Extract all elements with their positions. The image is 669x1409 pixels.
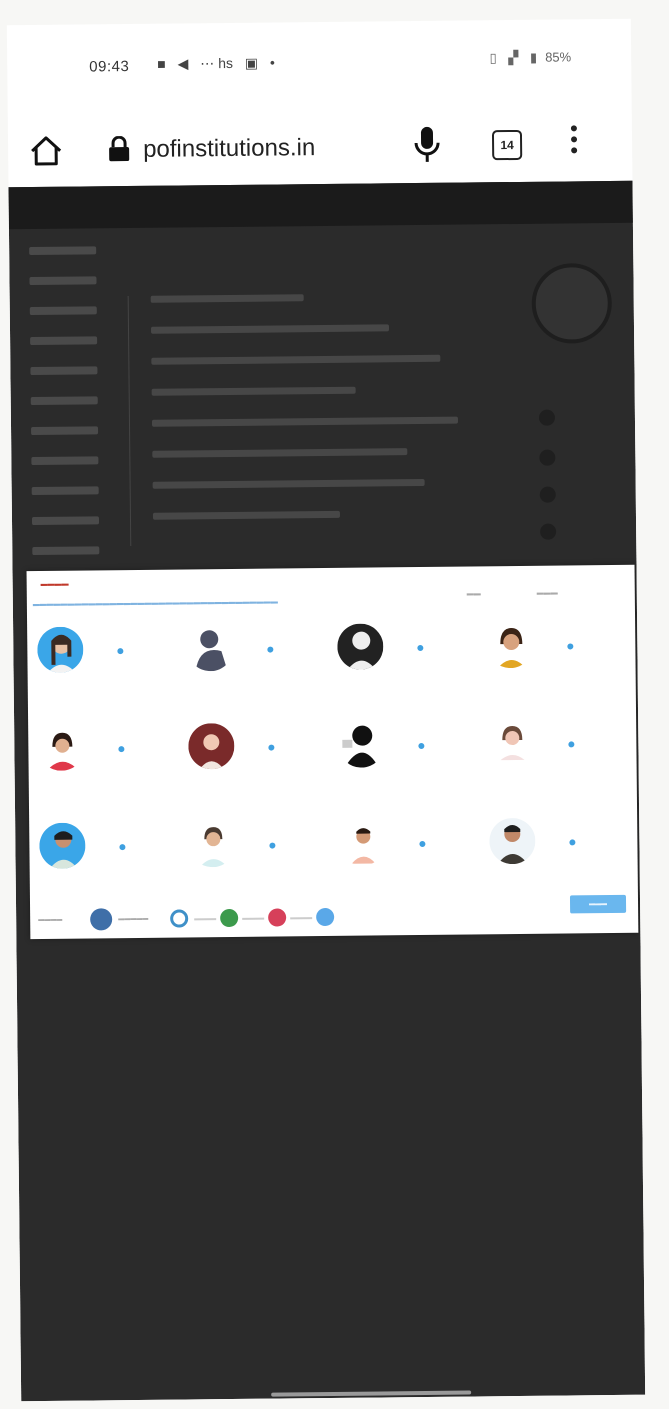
seat-dot [267, 646, 274, 653]
vibrate-icon: ▯ [489, 50, 497, 66]
url-field[interactable]: pofinstitutions.in [143, 134, 315, 164]
seat-dot [118, 746, 125, 753]
signal-icon: ▞ [508, 49, 519, 66]
browser-toolbar: pofinstitutions.in 14 [8, 109, 633, 186]
modal-header-col-b: ▬▬▬ [536, 589, 558, 597]
profile-row [38, 713, 629, 817]
profile-card[interactable] [187, 618, 328, 699]
avatar [188, 722, 235, 770]
avatar [187, 624, 234, 672]
notification-icon: ■ [157, 55, 166, 72]
legend-dot[interactable] [90, 908, 113, 931]
legend-dot[interactable] [316, 907, 335, 927]
message-icon: ▣ [244, 54, 259, 71]
backdrop-emblem [531, 262, 613, 344]
seat-dot [117, 648, 124, 655]
hs-icon: ⋯ hs [200, 54, 234, 72]
profile-grid [37, 615, 630, 915]
phone-screen: 09:43 ■ ◀ ⋯ hs ▣ • ▯ ▞ ▮ 85% pofinstituti… [6, 18, 646, 1402]
avatar [37, 626, 84, 674]
profile-row [39, 811, 630, 915]
profile-card[interactable] [38, 718, 179, 799]
profile-card[interactable] [339, 812, 480, 893]
seat-dot [269, 842, 276, 849]
more-menu-icon[interactable] [568, 125, 580, 161]
legend-connector [194, 918, 217, 921]
seat-dot [119, 844, 126, 851]
legend-label-blur: ▬▬▬▬▬ [118, 915, 149, 923]
backdrop-header [8, 180, 633, 230]
battery-percent: 85% [545, 49, 572, 65]
profile-card[interactable] [189, 814, 330, 895]
seat-dot [419, 840, 426, 848]
backdrop-content [127, 292, 472, 547]
profile-card[interactable] [488, 713, 629, 794]
legend-connector [290, 917, 313, 920]
seat-dot [567, 643, 574, 650]
seat-dot [569, 839, 576, 846]
legend-label-blur: ▬▬▬▬ [38, 916, 63, 924]
tab-switcher-button[interactable]: 14 [491, 129, 523, 161]
avatar [189, 820, 236, 868]
profiles-modal: ▬▬▬▬ ▬▬▬▬▬▬▬▬▬▬▬▬▬▬▬▬▬▬▬▬▬▬▬▬▬▬▬▬▬▬▬▬▬▬▬… [26, 564, 639, 940]
avatar [339, 819, 386, 866]
modal-header-col-a: ▬▬ [466, 590, 481, 598]
seat-dot [418, 742, 425, 750]
modal-subtitle-blur: ▬▬▬▬▬▬▬▬▬▬▬▬▬▬▬▬▬▬▬▬▬▬▬▬▬▬▬▬▬▬▬▬▬▬▬ [32, 598, 278, 609]
avatar [338, 721, 385, 768]
profile-row [37, 615, 628, 719]
battery-icon: ▮ [529, 49, 538, 65]
avatar [337, 623, 384, 670]
legend-dot[interactable] [220, 908, 239, 928]
profile-card[interactable] [338, 714, 479, 795]
dot-icon: • [269, 54, 275, 71]
microphone-icon[interactable] [410, 125, 444, 165]
profile-card[interactable] [37, 620, 178, 701]
profile-card[interactable] [487, 615, 628, 696]
legend-dot[interactable] [268, 908, 287, 927]
status-bar: 09:43 ■ ◀ ⋯ hs ▣ • ▯ ▞ ▮ 85% [7, 19, 632, 96]
seat-dot [417, 644, 424, 652]
legend: ▬▬▬▬ ▬▬▬▬▬ [38, 905, 438, 933]
profile-card[interactable] [489, 811, 630, 892]
profile-card[interactable] [39, 816, 180, 897]
avatar [38, 724, 85, 772]
telegram-icon: ◀ [177, 55, 189, 72]
legend-connector [242, 917, 265, 920]
seat-dot [268, 744, 275, 751]
profile-card[interactable] [337, 616, 478, 697]
status-right: ▯ ▞ ▮ 85% [482, 49, 572, 66]
seat-dot [568, 741, 575, 748]
lock-icon [109, 136, 130, 162]
avatar [487, 621, 534, 669]
avatar [489, 817, 536, 865]
legend-dot[interactable] [170, 909, 189, 928]
backdrop-sidebar [19, 246, 118, 587]
status-time: 09:43 [89, 58, 130, 76]
status-icons: ■ ◀ ⋯ hs ▣ • [157, 54, 283, 72]
avatar [488, 719, 535, 767]
profile-card[interactable] [188, 716, 329, 797]
avatar [39, 822, 86, 870]
home-icon[interactable] [28, 133, 64, 169]
modal-title-blur: ▬▬▬▬ [40, 580, 69, 588]
submit-button[interactable]: ▬▬▬ [569, 894, 627, 914]
